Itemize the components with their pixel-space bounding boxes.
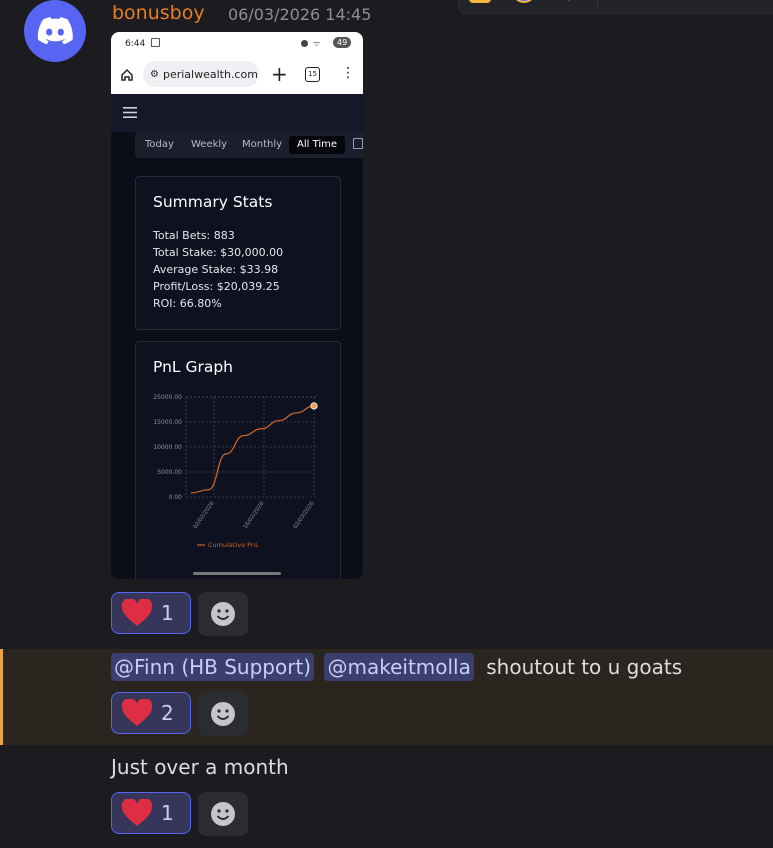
url-text: perialwealth.com bbox=[162, 67, 258, 81]
stat-profit-loss: Profit/Loss: $20,039.25 bbox=[153, 280, 280, 293]
heart-icon bbox=[121, 799, 153, 826]
battery-indicator: 49 bbox=[333, 37, 352, 48]
face-icon[interactable] bbox=[509, 0, 539, 12]
screenshot-icon bbox=[151, 38, 160, 47]
message-text: Just over a month bbox=[111, 755, 289, 779]
message-hover-toolbar bbox=[458, 0, 773, 14]
summary-stats-card: Summary Stats Total Bets: 883 Total Stak… bbox=[135, 176, 341, 330]
url-bar[interactable]: ⚙ perialwealth.com bbox=[143, 61, 259, 87]
y-tick-label: 0.00 bbox=[169, 494, 183, 501]
smiley-icon bbox=[211, 802, 235, 826]
signal-icon: ᯤ bbox=[313, 39, 321, 48]
stat-total-stake: Total Stake: $30,000.00 bbox=[153, 246, 284, 259]
heart-icon bbox=[121, 599, 153, 626]
y-tick-label: 15000.00 bbox=[153, 419, 182, 426]
discord-logo-icon bbox=[37, 17, 73, 45]
reaction-heart[interactable]: 2 bbox=[111, 692, 191, 734]
message-text: shoutout to u goats bbox=[486, 655, 683, 679]
stat-total-bets: Total Bets: 883 bbox=[153, 229, 235, 242]
x-tick-label: 02/02/2026 bbox=[193, 500, 216, 530]
home-icon[interactable] bbox=[120, 68, 134, 82]
y-tick-label: 10000.00 bbox=[153, 444, 182, 451]
tab-count-button[interactable]: 15 bbox=[305, 67, 320, 82]
heart-icon bbox=[121, 699, 153, 726]
message-content: @Finn (HB Support) @makeitmolla shoutout… bbox=[111, 653, 683, 681]
heart-icon[interactable] bbox=[557, 0, 581, 12]
thumbs-up-icon[interactable] bbox=[467, 0, 495, 12]
site-settings-icon[interactable]: ⚙ bbox=[150, 69, 159, 80]
x-tick-label: 16/02/2026 bbox=[243, 500, 266, 530]
reaction-heart[interactable]: 1 bbox=[111, 792, 191, 834]
pnl-last-point bbox=[310, 402, 318, 410]
browser-address-bar: ⚙ perialwealth.com + 15 ⋮ bbox=[111, 56, 363, 95]
mention-makeitmolla[interactable]: @makeitmolla bbox=[324, 653, 474, 681]
gesture-bar bbox=[193, 572, 281, 575]
add-reaction-button[interactable] bbox=[198, 692, 248, 736]
dnd-icon bbox=[301, 40, 308, 47]
image-attachment[interactable]: 6:44 ᯤ 49 ⚙ perialwealth.com + 15 ⋮ Toda… bbox=[111, 32, 363, 579]
stat-roi: ROI: 66.80% bbox=[153, 297, 222, 310]
tab-weekly[interactable]: Weekly bbox=[191, 136, 227, 154]
menu-dots-icon[interactable]: ⋮ bbox=[341, 65, 355, 81]
status-time: 6:44 bbox=[125, 39, 146, 49]
tab-monthly[interactable]: Monthly bbox=[242, 136, 282, 154]
stat-average-stake: Average Stake: $33.98 bbox=[153, 263, 279, 276]
calendar-icon[interactable] bbox=[353, 138, 363, 149]
reaction-count: 2 bbox=[161, 701, 174, 725]
new-tab-icon[interactable]: + bbox=[271, 62, 288, 86]
mention-highlight-bar bbox=[0, 649, 3, 745]
y-tick-label: 25000.00 bbox=[153, 394, 182, 401]
tab-all-time[interactable]: All Time bbox=[289, 136, 346, 154]
tab-today[interactable]: Today bbox=[145, 136, 174, 154]
hamburger-icon[interactable] bbox=[123, 107, 137, 118]
reaction-count: 1 bbox=[161, 801, 174, 825]
username[interactable]: bonusboy bbox=[112, 2, 205, 24]
phone-status-bar: 6:44 ᯤ 49 bbox=[111, 32, 363, 56]
toolbar-divider bbox=[597, 0, 598, 7]
summary-title: Summary Stats bbox=[153, 193, 273, 211]
smiley-icon bbox=[211, 602, 235, 626]
legend-label: Cumulative PnL bbox=[208, 541, 259, 549]
add-reaction-button[interactable] bbox=[198, 792, 248, 836]
site-navbar bbox=[111, 94, 363, 132]
x-tick-label: 02/03/2026 bbox=[293, 500, 316, 530]
pnl-series-line bbox=[190, 405, 315, 494]
timestamp: 06/03/2026 14:45 bbox=[228, 5, 372, 24]
pnl-chart: 0.00 5000.00 10000.00 15000.00 25000.00 02/02… bbox=[153, 394, 318, 549]
period-tabs: Today Weekly Monthly All Time bbox=[135, 132, 363, 158]
pnl-graph-card: PnL Graph 0.00 5000.00 10000.00 15000.00 250… bbox=[135, 341, 341, 579]
y-tick-label: 5000.00 bbox=[157, 469, 182, 476]
reaction-count: 1 bbox=[161, 601, 174, 625]
more-icon[interactable] bbox=[611, 0, 637, 12]
add-reaction-button[interactable] bbox=[198, 592, 248, 636]
avatar[interactable] bbox=[24, 0, 86, 62]
mention-finn[interactable]: @Finn (HB Support) bbox=[111, 653, 315, 681]
smiley-icon bbox=[211, 702, 235, 726]
reaction-heart[interactable]: 1 bbox=[111, 592, 191, 634]
